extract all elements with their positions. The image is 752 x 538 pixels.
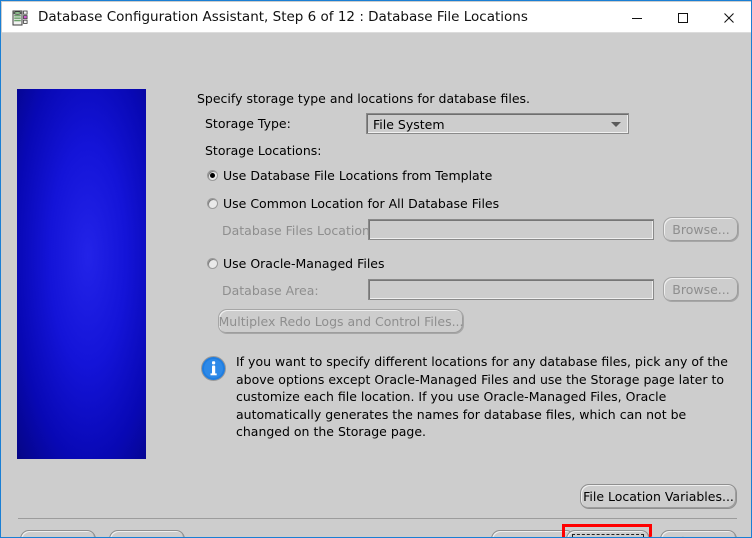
maximize-icon xyxy=(677,13,688,23)
database-area-input[interactable] xyxy=(368,279,654,300)
database-files-illustration xyxy=(17,89,146,459)
finish-button[interactable]: Finish xyxy=(660,530,737,537)
intro-text: Specify storage type and locations for d… xyxy=(197,91,530,106)
database-area-label: Database Area: xyxy=(222,283,319,298)
radio-selected-dot xyxy=(210,173,215,178)
database-files-location-input[interactable] xyxy=(368,219,654,240)
storage-type-label: Storage Type: xyxy=(205,116,291,131)
dbca-window: Database Configuration Assistant, Step 6… xyxy=(0,0,752,538)
radio-label-use-common-location: Use Common Location for All Database Fil… xyxy=(223,196,500,211)
database-files-location-label: Database Files Location: xyxy=(222,223,375,238)
storage-type-select[interactable]: File System xyxy=(366,113,629,134)
close-button[interactable] xyxy=(706,3,751,33)
database-wizard-icon xyxy=(12,9,30,27)
radio-label-use-oracle-managed-files: Use Oracle-Managed Files xyxy=(223,256,385,271)
radio-label-use-template: Use Database File Locations from Templat… xyxy=(223,168,493,183)
next-button[interactable]: Next » xyxy=(566,530,650,537)
window-title: Database Configuration Assistant, Step 6… xyxy=(38,9,528,25)
info-icon xyxy=(200,355,227,382)
title-bar: Database Configuration Assistant, Step 6… xyxy=(2,2,751,33)
browse-database-area-button[interactable]: Browse... xyxy=(663,277,739,302)
radio-button-indicator xyxy=(207,198,218,209)
radio-button-indicator xyxy=(207,170,218,181)
dialog-body: Specify storage type and locations for d… xyxy=(2,33,751,537)
help-button[interactable]: Help xyxy=(109,530,185,537)
minimize-icon xyxy=(631,18,642,19)
back-button[interactable]: « Back xyxy=(491,530,575,537)
storage-type-value: File System xyxy=(373,117,445,132)
storage-locations-label: Storage Locations: xyxy=(205,143,322,158)
close-icon xyxy=(723,13,734,23)
radio-button-indicator xyxy=(207,258,218,269)
footer-separator xyxy=(18,518,737,519)
multiplex-redo-logs-button[interactable]: Multiplex Redo Logs and Control Files... xyxy=(218,309,464,334)
info-text: If you want to specify different locatio… xyxy=(236,354,728,439)
illustration-background xyxy=(17,89,146,459)
maximize-button[interactable] xyxy=(660,3,705,33)
browse-database-files-button[interactable]: Browse... xyxy=(663,217,739,242)
chevron-down-icon xyxy=(611,122,621,127)
minimize-button[interactable] xyxy=(614,3,659,33)
file-location-variables-button[interactable]: File Location Variables... xyxy=(580,484,737,509)
cancel-button[interactable]: Cancel xyxy=(20,530,96,537)
